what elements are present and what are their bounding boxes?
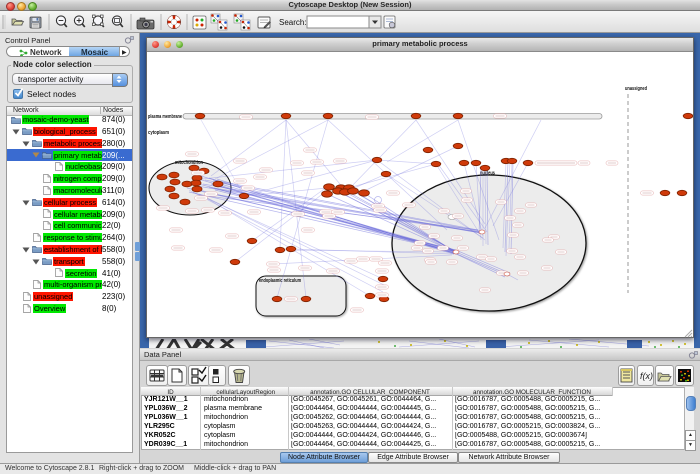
svg-text:endoplasmic reticulum: endoplasmic reticulum <box>259 278 301 284</box>
svg-text:unassigned: unassigned <box>625 86 647 92</box>
svg-text:plasma membrane: plasma membrane <box>148 114 182 120</box>
svg-text:f(x): f(x) <box>640 371 653 381</box>
svg-text:Search:: Search: <box>279 18 307 27</box>
svg-text:nucleus: nucleus <box>480 171 495 177</box>
svg-text:cytoplasm: cytoplasm <box>148 130 169 136</box>
svg-text:mitochondrion: mitochondrion <box>175 160 203 166</box>
